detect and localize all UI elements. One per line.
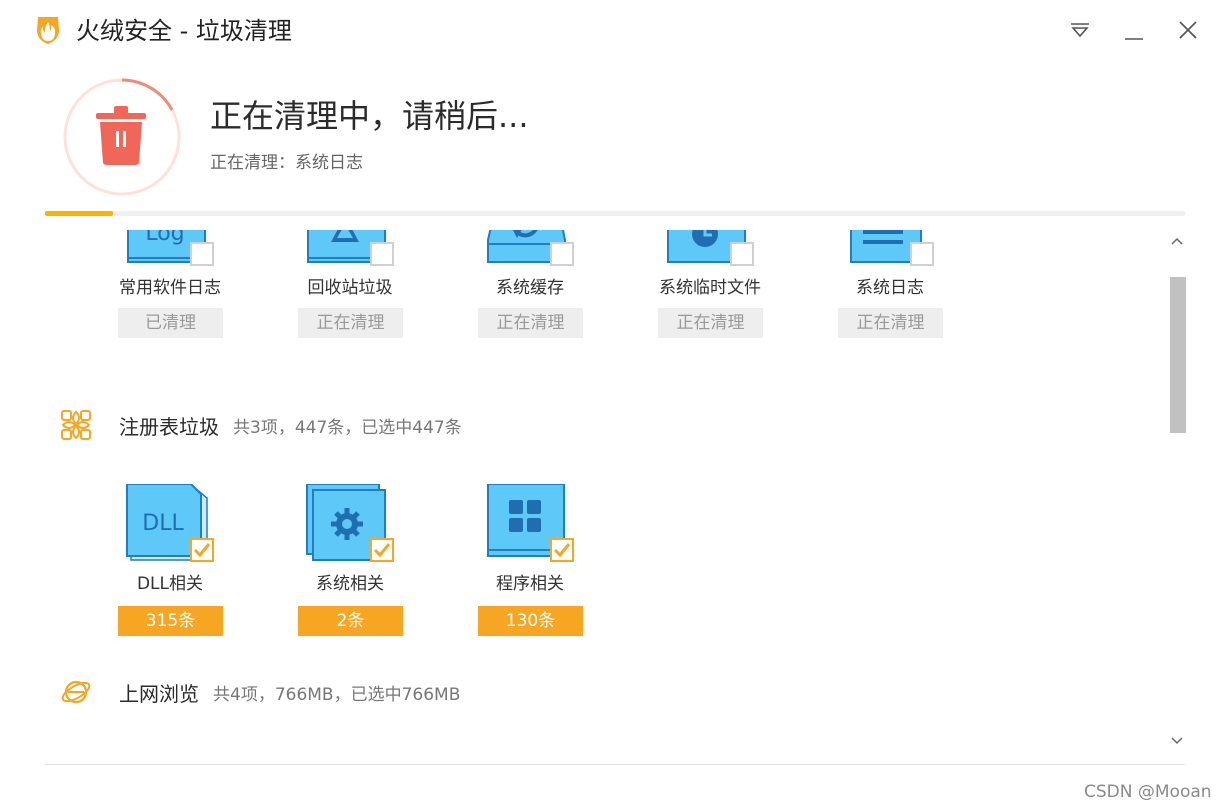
item-count-badge: 315条 (118, 606, 223, 636)
item-status-badge: 正在清理 (658, 308, 763, 338)
close-icon (1179, 21, 1197, 39)
huorong-logo (32, 14, 64, 46)
item-recycle-bin[interactable]: 回收站垃圾 正在清理 (290, 230, 410, 350)
item-label: 系统缓存 (496, 278, 564, 298)
item-label: 程序相关 (496, 574, 564, 594)
item-label: 系统临时文件 (659, 278, 761, 298)
category-title: 注册表垃圾 (119, 414, 219, 439)
item-program-related[interactable]: 程序相关 130条 (470, 482, 590, 636)
item-checkbox[interactable] (910, 242, 934, 266)
item-checkbox[interactable] (190, 242, 214, 266)
scrollbar-thumb[interactable] (1170, 277, 1186, 433)
item-checkbox[interactable] (370, 242, 394, 266)
item-status-badge: 正在清理 (838, 308, 943, 338)
category-title: 上网浏览 (119, 681, 199, 706)
item-checkbox-checked[interactable] (370, 538, 394, 562)
progress-fill (45, 211, 114, 216)
checkmark-icon (553, 543, 571, 558)
category-summary: 共4项，766MB，已选中766MB (213, 684, 461, 705)
item-checkbox[interactable] (730, 242, 754, 266)
svg-text:DLL: DLL (142, 511, 184, 536)
minimize-button[interactable] (1120, 16, 1148, 44)
menu-icon (1071, 23, 1089, 38)
status-current-item: 正在清理：系统日志 (210, 150, 363, 176)
item-status-badge: 正在清理 (478, 308, 583, 338)
item-count-badge: 2条 (298, 606, 403, 636)
item-label: 常用软件日志 (119, 278, 221, 298)
status-title: 正在清理中，请稍后... (210, 97, 529, 135)
item-dll[interactable]: DLL DLL相关 315条 (110, 482, 230, 636)
item-label: 系统日志 (856, 278, 924, 298)
item-system-cache[interactable]: 系统缓存 正在清理 (470, 230, 590, 350)
cleaning-progress-ring (60, 75, 184, 199)
clean-items-list: Log 常用软件日志 已清理 回收站垃圾 正在清理 系统缓存 正在清理 系统临时… (45, 230, 1160, 765)
item-checkbox[interactable] (550, 242, 574, 266)
chevron-down-icon (1171, 737, 1183, 745)
progress-bar (45, 211, 1185, 216)
item-checkbox-checked[interactable] (190, 538, 214, 562)
item-status-badge: 正在清理 (298, 308, 403, 338)
scroll-up-button[interactable] (1166, 232, 1188, 250)
checkmark-icon (373, 543, 391, 558)
item-temp-files[interactable]: 系统临时文件 正在清理 (650, 230, 770, 350)
close-button[interactable] (1174, 16, 1202, 44)
chevron-up-icon (1171, 237, 1183, 245)
item-app-logs[interactable]: Log 常用软件日志 已清理 (110, 230, 230, 350)
minimize-icon (1125, 38, 1143, 40)
watermark: CSDN @Mooan (1084, 782, 1212, 802)
item-system-related[interactable]: 系统相关 2条 (290, 482, 410, 636)
category-browsing[interactable]: 上网浏览 共4项，766MB，已选中766MB (45, 677, 460, 707)
svg-text:Log: Log (145, 230, 184, 246)
item-count-badge: 130条 (478, 606, 583, 636)
item-system-logs[interactable]: 系统日志 正在清理 (830, 230, 950, 350)
window-title: 火绒安全 - 垃圾清理 (76, 17, 292, 45)
registry-icon (59, 408, 93, 442)
menu-button[interactable] (1066, 16, 1094, 44)
item-label: 回收站垃圾 (307, 278, 393, 298)
scroll-down-button[interactable] (1166, 732, 1188, 750)
trash-icon (96, 106, 146, 165)
item-checkbox-checked[interactable] (550, 538, 574, 562)
status-current-value: 系统日志 (295, 153, 363, 173)
bottom-divider (45, 764, 1185, 765)
item-status-badge: 已清理 (118, 308, 223, 338)
item-label: DLL相关 (136, 574, 204, 594)
category-summary: 共3项，447条，已选中447条 (233, 417, 462, 438)
checkmark-icon (193, 543, 211, 558)
category-registry[interactable]: 注册表垃圾 共3项，447条，已选中447条 (45, 410, 462, 440)
item-label: 系统相关 (316, 574, 384, 594)
browser-icon (59, 675, 93, 709)
status-current-label: 正在清理： (210, 153, 295, 173)
